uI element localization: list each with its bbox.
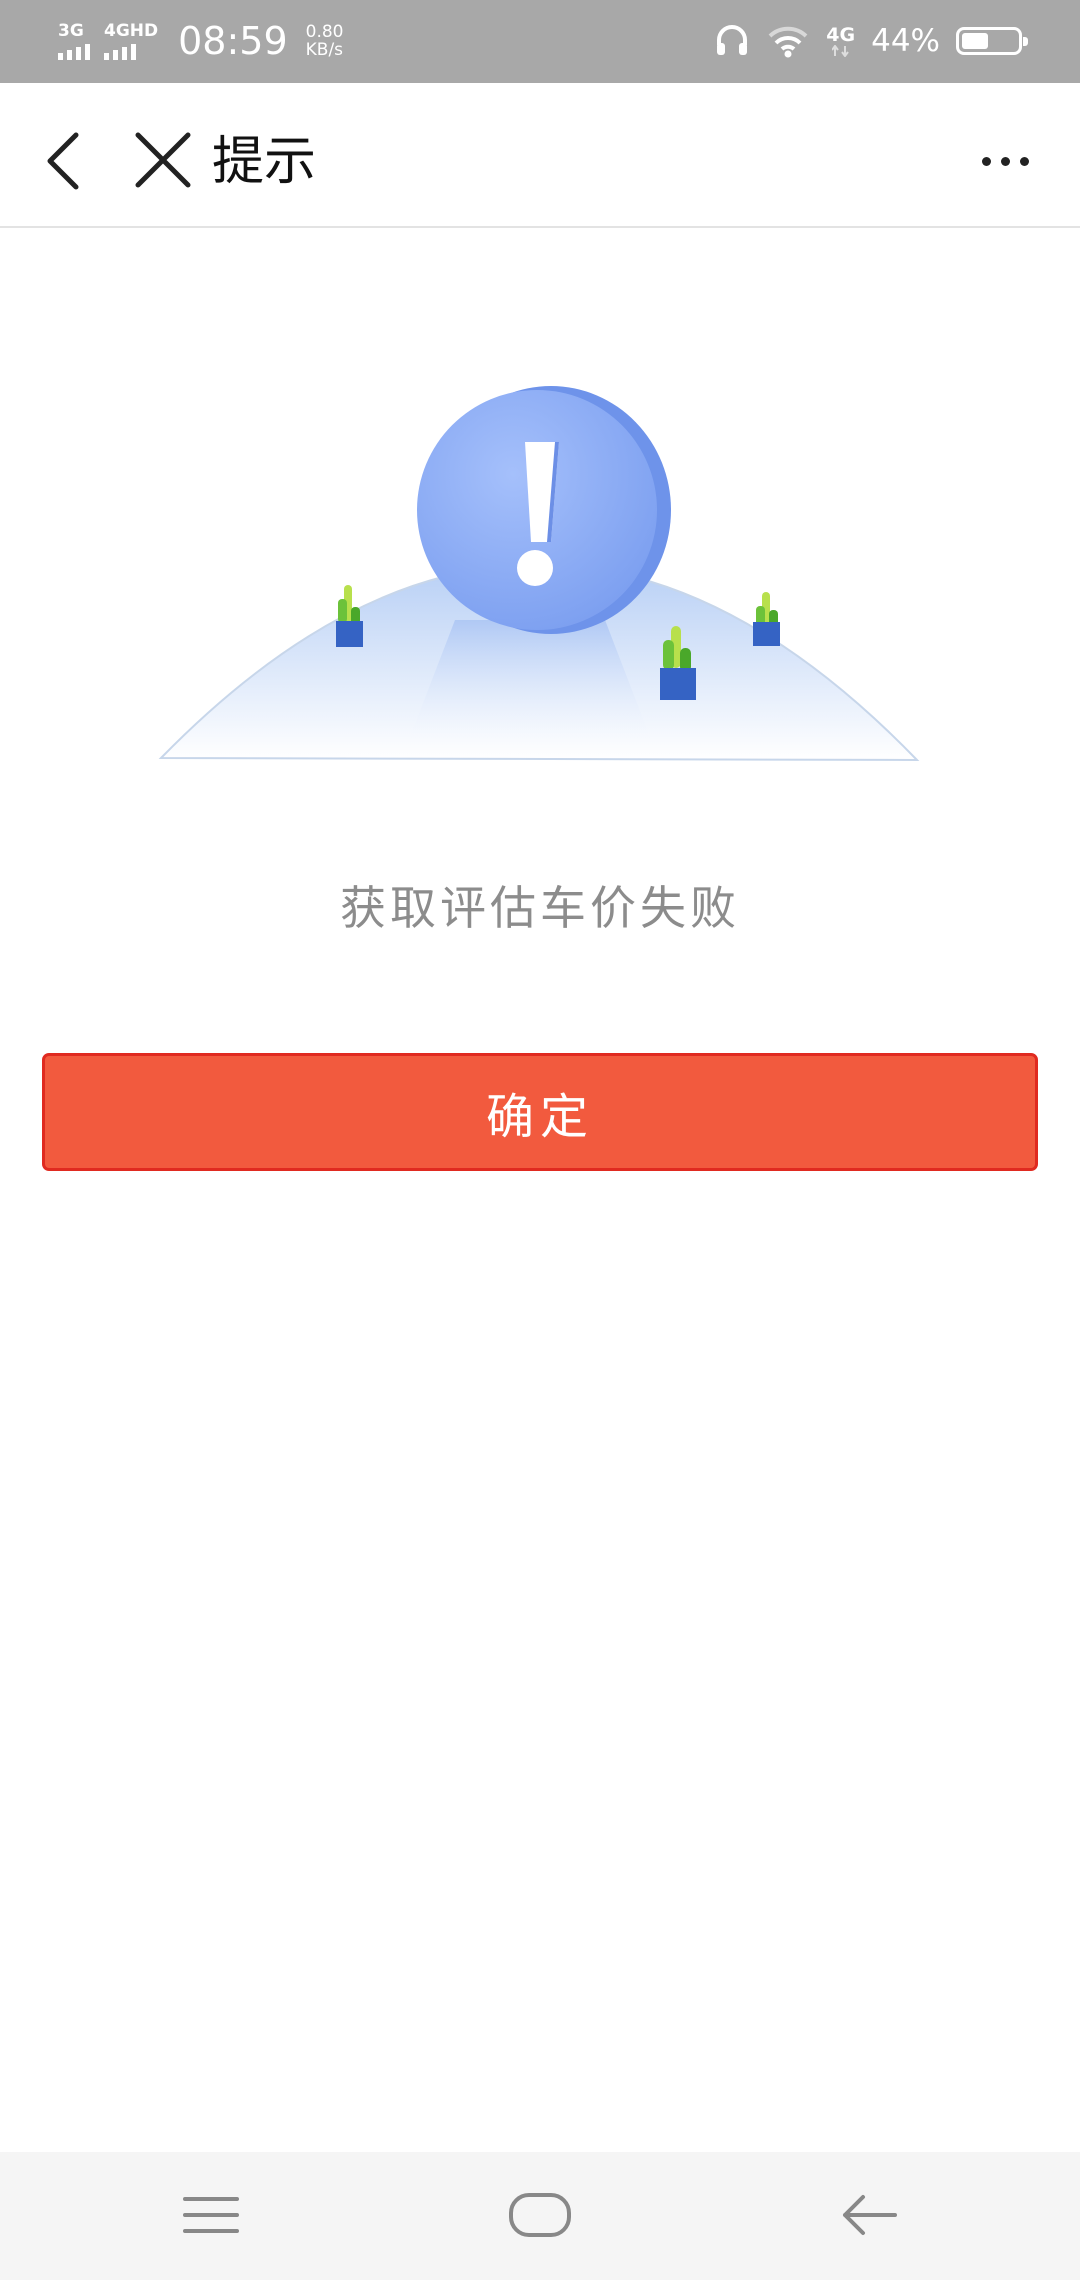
- error-illustration: [158, 386, 920, 762]
- wifi-icon: [768, 26, 808, 58]
- sim2-label: 4GHD: [104, 21, 159, 41]
- battery-percent: 44%: [871, 23, 940, 59]
- lte-label: 4G: [826, 24, 856, 46]
- more-dot-icon: [1000, 156, 1010, 166]
- sim1-signal: 3G: [58, 22, 90, 60]
- speed-value: 0.80: [305, 22, 344, 42]
- network-speed: 0.80 KB/s: [306, 23, 344, 59]
- sim2-signal: 4GHD: [104, 22, 158, 60]
- battery-icon: [956, 27, 1028, 55]
- chevron-left-icon: [47, 132, 79, 190]
- nav-home-button[interactable]: [495, 2180, 585, 2250]
- system-nav-bar: [0, 2152, 1080, 2280]
- signal-bars-icon: [58, 42, 90, 60]
- page-title: 提示: [212, 132, 317, 192]
- clock: 08:59: [178, 19, 288, 63]
- status-bar: 3G 4GHD 08:59 0.80 KB/s 4G 44%: [0, 0, 1080, 83]
- title-bar: 提示: [0, 83, 1080, 228]
- plant-right-small: [753, 592, 780, 646]
- signal-bars-icon: [104, 42, 136, 60]
- nav-back-button[interactable]: [824, 2180, 914, 2250]
- nav-menu-button[interactable]: [166, 2180, 256, 2250]
- sim1-label: 3G: [58, 21, 84, 41]
- confirm-button[interactable]: 确定: [42, 1053, 1038, 1171]
- headphones-icon: [717, 25, 748, 55]
- plant-left: [336, 585, 363, 647]
- data-arrows-icon: [831, 45, 849, 57]
- lte-indicator: 4G: [826, 25, 855, 57]
- speed-unit: KB/s: [305, 40, 344, 60]
- home-icon: [509, 2193, 571, 2237]
- status-right: 4G 44%: [714, 16, 1028, 66]
- close-button[interactable]: [128, 121, 198, 201]
- more-button[interactable]: [970, 133, 1040, 189]
- error-message: 获取评估车价失败: [340, 881, 740, 935]
- menu-icon: [183, 2197, 239, 2233]
- close-icon: [135, 132, 191, 188]
- arrow-left-icon: [843, 2195, 897, 2235]
- status-left: 3G 4GHD 08:59 0.80 KB/s: [58, 16, 344, 66]
- more-dot-icon: [1019, 156, 1029, 166]
- more-dot-icon: [981, 156, 991, 166]
- back-button[interactable]: [40, 121, 96, 201]
